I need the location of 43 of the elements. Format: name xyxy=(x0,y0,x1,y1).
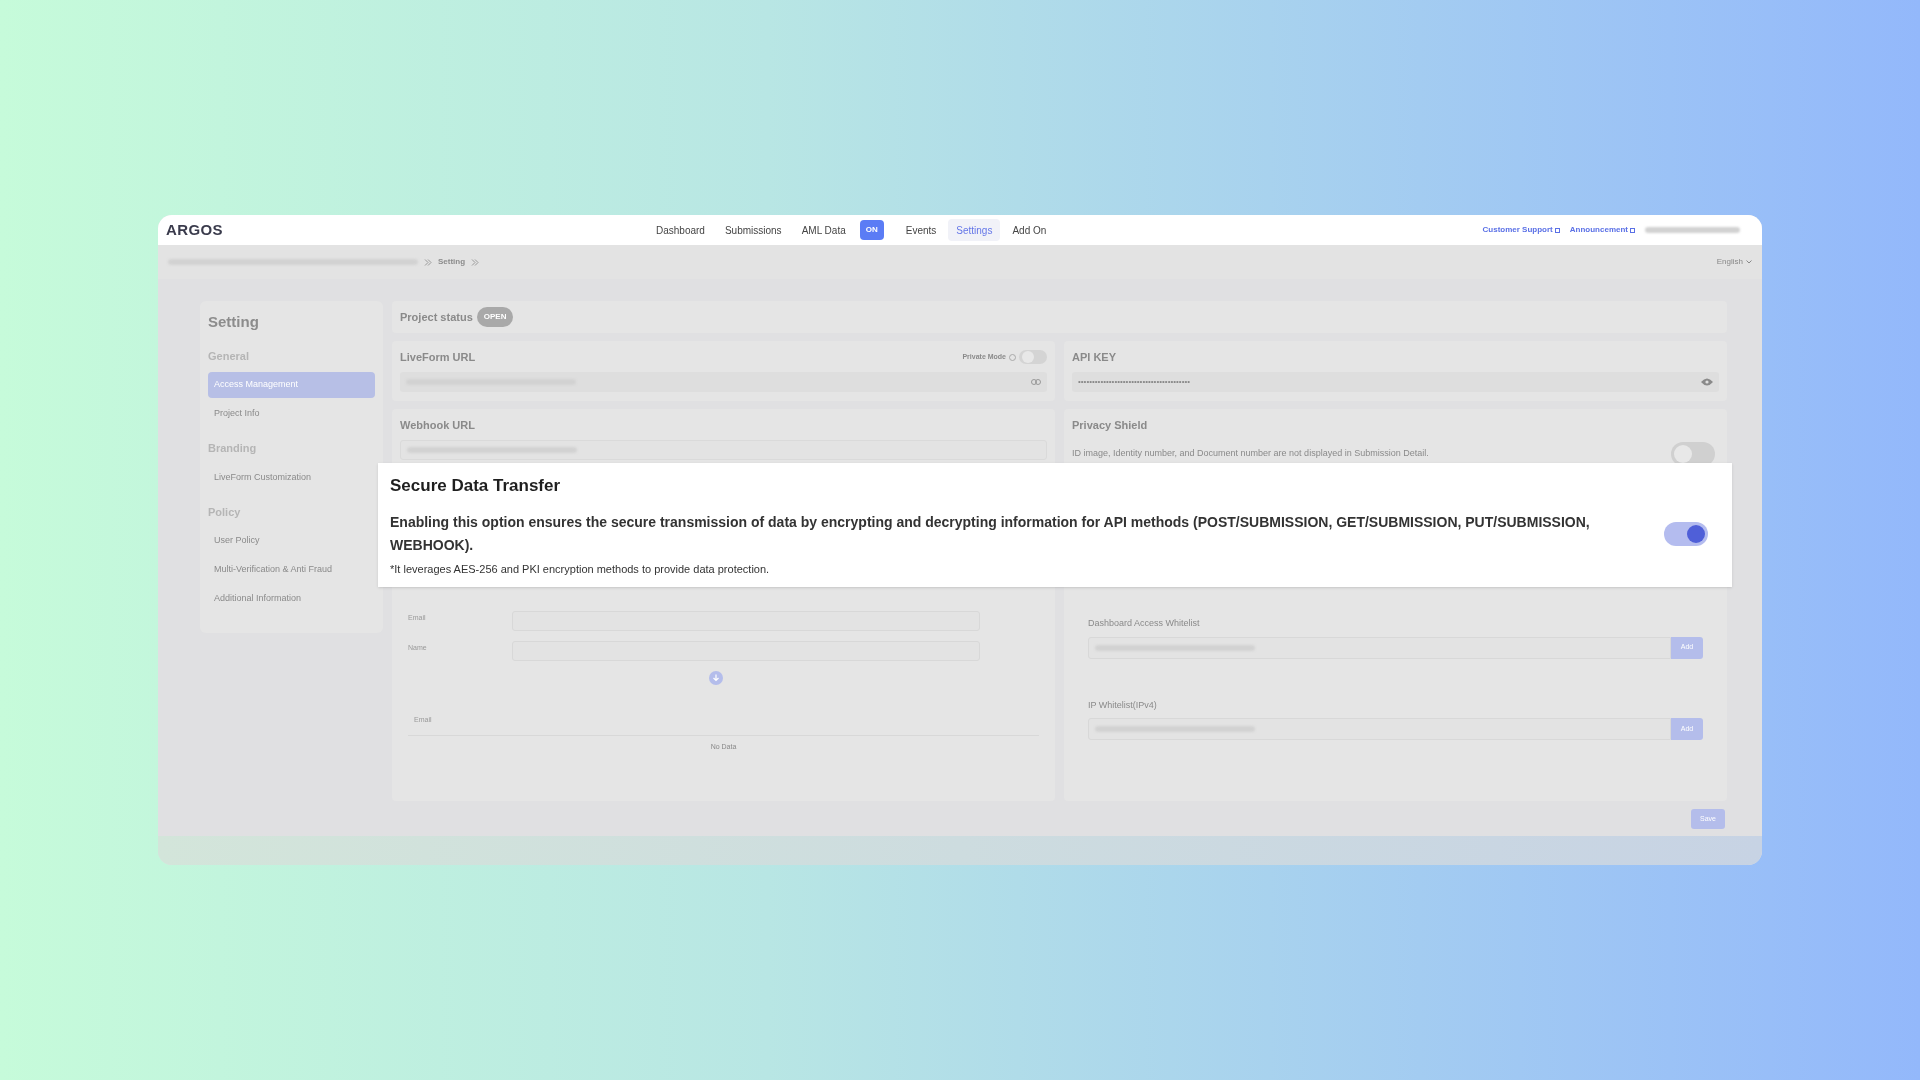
external-link[interactable]: Customer Support xyxy=(1482,224,1560,236)
url-field[interactable] xyxy=(400,371,1047,392)
sidebar-item[interactable]: Project Info xyxy=(208,401,375,427)
language-dropdown[interactable]: English xyxy=(1716,256,1752,268)
breadcrumb-item[interactable]: Setting xyxy=(438,256,466,268)
sidebar-item[interactable]: Multi-Verification & Anti Fraud xyxy=(208,557,375,583)
card-title: Privacy Shield xyxy=(1072,418,1149,433)
sidebar-title: Setting xyxy=(208,312,260,332)
feature-title: Secure Data Transfer xyxy=(390,475,562,497)
sidebar-item[interactable]: Additional Information xyxy=(208,586,375,612)
nav-tab[interactable]: Add On xyxy=(1004,219,1055,241)
card-title: LiveForm URL xyxy=(400,350,476,365)
chevron-right-icon xyxy=(471,258,480,266)
field-label: Dashboard Access Whitelist xyxy=(1088,617,1201,630)
link-icon[interactable] xyxy=(1031,378,1041,385)
sidebar-item[interactable]: LiveForm Customization xyxy=(208,464,375,491)
status-badge: ON xyxy=(859,220,884,240)
nav-tab[interactable]: Dashboard xyxy=(648,219,713,241)
chevron-down-icon xyxy=(1746,260,1752,264)
chevron-right-icon xyxy=(424,258,432,266)
brand-logo[interactable]: ARGOS xyxy=(166,218,566,242)
secure-transfer-toggle[interactable] xyxy=(1664,521,1708,546)
status-badge: OPEN xyxy=(476,307,514,327)
sidebar-item[interactable]: User Policy xyxy=(208,528,375,554)
api-key-field[interactable]: •••••••••••••••••••••••••••••••••••••••• xyxy=(1072,371,1719,392)
tag-input-field[interactable] xyxy=(1088,718,1671,740)
privacy-toggle[interactable] xyxy=(1671,441,1715,466)
nav-tab[interactable]: Settings xyxy=(948,219,1001,241)
eye-icon[interactable] xyxy=(1701,377,1713,386)
card-title: Project status xyxy=(400,309,473,325)
nav-tab[interactable]: Events xyxy=(897,219,945,241)
card-title: API KEY xyxy=(1072,350,1117,365)
arrow-down-icon[interactable] xyxy=(708,671,723,685)
external-link[interactable]: Announcement xyxy=(1569,224,1635,236)
description-text: ID image, Identity number, and Document number are not displayed in Submission Detail. xyxy=(1072,446,1429,460)
field-label: IP Whitelist(IPv4) xyxy=(1088,698,1158,712)
tag-input-field[interactable] xyxy=(1088,636,1671,659)
nav-tab[interactable]: AML Data xyxy=(793,219,854,241)
card-title: Webhook URL xyxy=(400,418,476,433)
feature-description: Enabling this option ensures the secure transmission of data by encrypting and decrypting information for API methods (POST/SUBMISSION, GET/SUBMISSION, PUT/SUBMISSION, WEBHOOK). xyxy=(390,512,1590,555)
feature-note: *It leverages AES-256 and PKI encryption methods to provide data protection. xyxy=(390,561,771,577)
sidebar-item[interactable]: Access Management xyxy=(208,372,375,398)
nav-tab[interactable]: Submissions xyxy=(716,219,790,241)
